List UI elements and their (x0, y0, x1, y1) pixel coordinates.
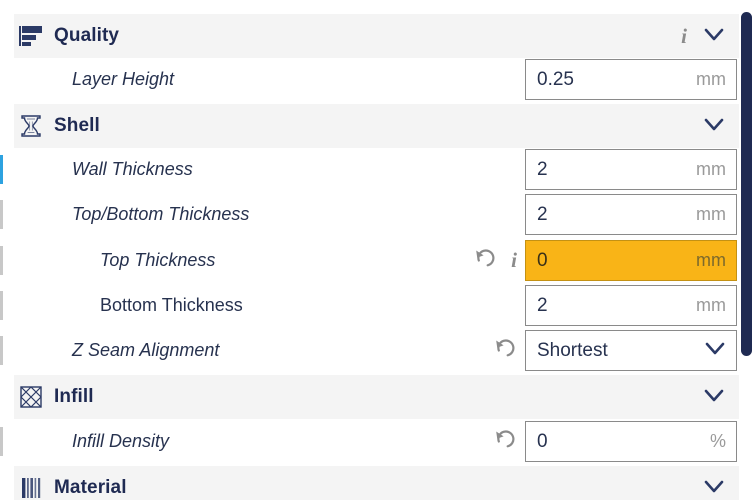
setting-row-wall-thickness[interactable]: Wall Thickness 2 mm (8, 149, 739, 190)
setting-label: Layer Height (72, 69, 175, 89)
input-layer-height[interactable]: 0.25 mm (525, 59, 737, 100)
category-header-quality[interactable]: Quality i (14, 14, 739, 58)
dropdown-z-seam-alignment[interactable]: Shortest (525, 330, 737, 371)
setting-label: Z Seam Alignment (72, 340, 220, 360)
setting-label: Bottom Thickness (100, 295, 243, 315)
category-header-shell[interactable]: Shell (14, 104, 739, 148)
field-value: 0 (537, 249, 548, 271)
modified-indicator (0, 155, 3, 184)
input-bottom-thickness[interactable]: 2 mm (525, 285, 737, 326)
dropdown-chevron-icon[interactable] (704, 337, 726, 364)
field-value: 2 (537, 294, 548, 316)
revert-arrow-icon[interactable] (493, 336, 517, 365)
setting-row-bottom-thickness[interactable]: Bottom Thickness 2 mm (8, 285, 739, 326)
setting-row-top-bottom-thickness[interactable]: Top/Bottom Thickness 2 mm (8, 194, 739, 235)
input-infill-density[interactable]: 0% (525, 421, 737, 462)
setting-label: Infill Density (72, 431, 170, 451)
field-value: 0.25 (537, 68, 574, 90)
chevron-down-icon[interactable] (703, 384, 725, 411)
field-unit: mm (696, 69, 726, 89)
input-top-thickness[interactable]: 0 mm (525, 240, 737, 281)
field-value: 2 (537, 203, 548, 225)
field-unit: % (709, 431, 726, 451)
modified-indicator (0, 336, 3, 365)
field-unit: mm (696, 204, 726, 224)
print-settings-panel: Quality i Layer Height 0.25 mm Shell Wall Thic… (0, 0, 755, 500)
setting-row-top-thickness[interactable]: Top Thickness i 0 mm (8, 240, 739, 281)
category-label: Material (54, 477, 127, 498)
chevron-down-icon[interactable] (703, 113, 725, 140)
setting-row-infill-density[interactable]: Infill Density 0% (8, 421, 739, 462)
category-label: Quality (54, 25, 120, 46)
category-header-material[interactable]: Material (14, 466, 739, 500)
field-value: 0 (537, 430, 548, 452)
field-unit: mm (696, 295, 726, 315)
category-label: Shell (54, 115, 100, 136)
shell-vase-icon (18, 113, 44, 139)
setting-row-z-seam-alignment[interactable]: Z Seam Alignment Shortest (8, 330, 739, 371)
material-spool-icon (18, 475, 44, 500)
field-unit: mm (696, 159, 726, 179)
infill-lattice-icon (18, 384, 44, 410)
setting-label: Top/Bottom Thickness (72, 204, 250, 224)
chevron-down-icon[interactable] (703, 475, 725, 500)
modified-indicator (0, 291, 3, 320)
setting-label: Wall Thickness (72, 159, 193, 179)
info-icon[interactable]: i (511, 250, 517, 271)
field-value: 2 (537, 158, 548, 180)
setting-row-layer-height[interactable]: Layer Height 0.25 mm (8, 59, 739, 100)
field-value: Shortest (537, 339, 608, 361)
category-header-infill[interactable]: Infill (14, 375, 739, 419)
input-top-bottom-thickness[interactable]: 2 mm (525, 194, 737, 235)
setting-label: Top Thickness (100, 250, 216, 270)
category-label: Infill (54, 386, 94, 407)
modified-indicator (0, 427, 3, 456)
chevron-down-icon[interactable] (703, 23, 725, 50)
layer-height-bars-icon (18, 23, 44, 49)
revert-arrow-icon[interactable] (493, 427, 517, 456)
field-unit: mm (696, 250, 726, 270)
revert-arrow-icon[interactable] (473, 246, 497, 275)
modified-indicator (0, 200, 3, 229)
input-wall-thickness[interactable]: 2 mm (525, 149, 737, 190)
info-icon[interactable]: i (681, 25, 687, 47)
vertical-scrollbar[interactable] (741, 12, 752, 356)
modified-indicator (0, 246, 3, 275)
